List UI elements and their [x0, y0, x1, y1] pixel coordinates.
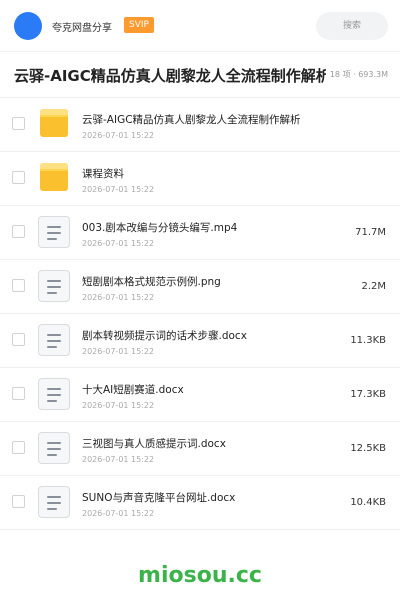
site-name: 夸克网盘分享	[52, 23, 112, 34]
search-input[interactable]	[316, 12, 388, 40]
item-summary: 18 项 · 693.3M	[329, 70, 388, 79]
select-checkbox[interactable]	[12, 225, 25, 238]
select-checkbox[interactable]	[12, 387, 25, 400]
select-checkbox[interactable]	[12, 333, 25, 346]
list-item[interactable]: 003.剧本改编与分镜头编写.mp4 2026-07-01 15:22 71.7M	[0, 206, 400, 260]
file-icon	[38, 270, 70, 302]
list-item[interactable]: 云驿-AIGC精品仿真人剧黎龙人全流程制作解析 2026-07-01 15:22	[0, 98, 400, 152]
select-checkbox[interactable]	[12, 117, 25, 130]
file-name[interactable]: 短剧剧本格式规范示例例.png	[82, 274, 221, 289]
file-date: 2026-07-01 15:22	[82, 401, 155, 410]
file-icon	[38, 378, 70, 410]
select-checkbox[interactable]	[12, 495, 25, 508]
file-name[interactable]: SUNO与声音克隆平台网址.docx	[82, 490, 235, 505]
file-date: 2026-07-01 15:22	[82, 185, 155, 194]
file-size: 11.3KB	[350, 335, 386, 346]
file-name[interactable]: 课程资料	[82, 166, 124, 181]
file-icon	[38, 324, 70, 356]
list-item[interactable]: 剧本转视频提示词的话术步骤.docx 2026-07-01 15:22 11.3KB	[0, 314, 400, 368]
file-size: 71.7M	[355, 227, 386, 238]
file-date: 2026-07-01 15:22	[82, 509, 155, 518]
file-size: 10.4KB	[350, 497, 386, 508]
folder-icon	[38, 108, 70, 138]
file-name[interactable]: 十大AI短剧赛道.docx	[82, 382, 184, 397]
file-size: 12.5KB	[350, 443, 386, 454]
file-name[interactable]: 云驿-AIGC精品仿真人剧黎龙人全流程制作解析	[82, 112, 301, 127]
select-checkbox[interactable]	[12, 441, 25, 454]
file-name[interactable]: 003.剧本改编与分镜头编写.mp4	[82, 220, 237, 235]
file-name[interactable]: 三视图与真人质感提示词.docx	[82, 436, 226, 451]
list-item[interactable]: 十大AI短剧赛道.docx 2026-07-01 15:22 17.3KB	[0, 368, 400, 422]
file-date: 2026-07-01 15:22	[82, 347, 155, 356]
avatar[interactable]	[14, 12, 42, 40]
file-date: 2026-07-01 15:22	[82, 293, 155, 302]
file-list: 云驿-AIGC精品仿真人剧黎龙人全流程制作解析 2026-07-01 15:22 课…	[0, 98, 400, 530]
list-item[interactable]: 课程资料 2026-07-01 15:22	[0, 152, 400, 206]
svip-badge: SVIP	[124, 17, 154, 33]
file-icon	[38, 432, 70, 464]
file-name[interactable]: 剧本转视频提示词的话术步骤.docx	[82, 328, 247, 343]
file-size: 17.3KB	[350, 389, 386, 400]
select-checkbox[interactable]	[12, 279, 25, 292]
file-date: 2026-07-01 15:22	[82, 455, 155, 464]
page-title: 云驿-AIGC精品仿真人剧黎龙人全流程制作解析	[14, 67, 326, 85]
file-icon	[38, 216, 70, 248]
file-date: 2026-07-01 15:22	[82, 239, 155, 248]
file-date: 2026-07-01 15:22	[82, 131, 155, 140]
watermark: miosou.cc	[138, 563, 262, 588]
list-item[interactable]: 短剧剧本格式规范示例例.png 2026-07-01 15:22 2.2M	[0, 260, 400, 314]
folder-header: 云驿-AIGC精品仿真人剧黎龙人全流程制作解析 18 项 · 693.3M	[0, 52, 400, 98]
file-icon	[38, 486, 70, 518]
folder-icon	[38, 162, 70, 192]
list-item[interactable]: 三视图与真人质感提示词.docx 2026-07-01 15:22 12.5KB	[0, 422, 400, 476]
file-size: 2.2M	[361, 281, 386, 292]
select-checkbox[interactable]	[12, 171, 25, 184]
top-bar: 夸克网盘分享 SVIP	[0, 0, 400, 52]
list-item[interactable]: SUNO与声音克隆平台网址.docx 2026-07-01 15:22 10.4KB	[0, 476, 400, 530]
